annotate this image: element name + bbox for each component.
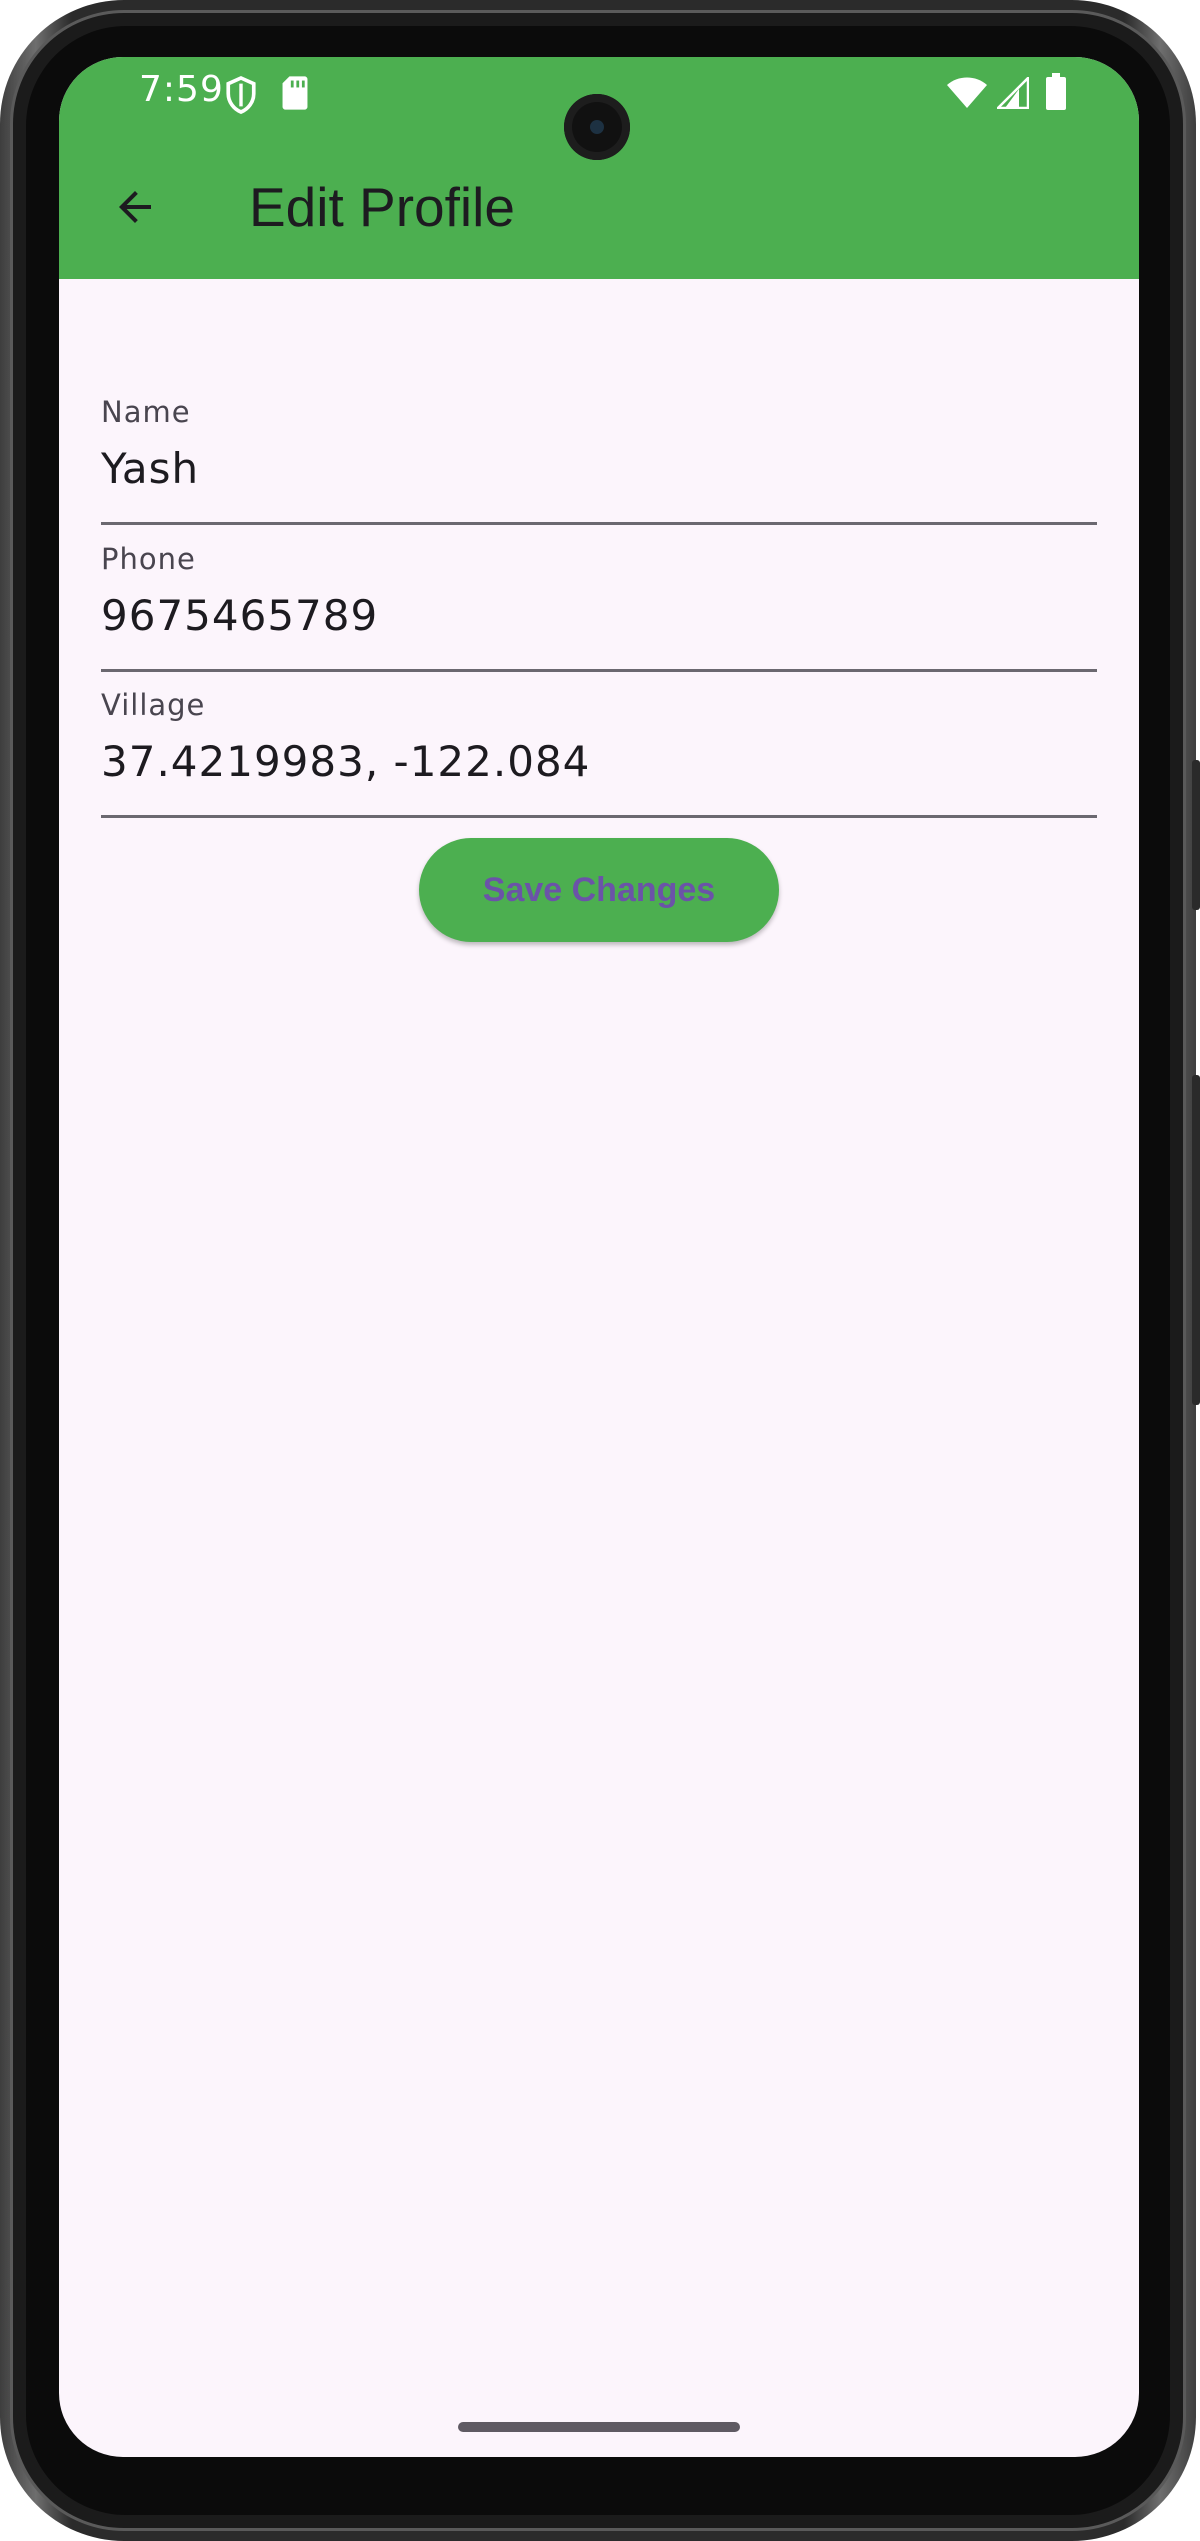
page-title: Edit Profile bbox=[249, 176, 515, 238]
app-bar: 7:59 Edit Profile bbox=[59, 57, 1139, 279]
battery-icon bbox=[1046, 73, 1066, 110]
save-changes-button[interactable]: Save Changes bbox=[419, 838, 779, 942]
phone-input[interactable] bbox=[101, 580, 1097, 650]
toolbar: Edit Profile bbox=[59, 153, 1139, 263]
phone-device: 7:59 Edit Profile Name Yash Phone 967546… bbox=[0, 0, 1200, 2541]
wifi-icon bbox=[947, 77, 987, 108]
phone-field[interactable]: Phone bbox=[101, 524, 1097, 672]
village-input[interactable] bbox=[101, 726, 1097, 796]
arrow-back-icon bbox=[119, 191, 151, 223]
volume-button bbox=[1192, 1075, 1200, 1405]
status-time: 7:59 bbox=[139, 69, 224, 110]
home-indicator[interactable] bbox=[458, 2422, 740, 2432]
back-button[interactable] bbox=[95, 167, 175, 247]
village-label: Village bbox=[101, 688, 206, 722]
app-screen: 7:59 Edit Profile Name Yash Phone 967546… bbox=[59, 57, 1139, 2457]
cell-signal-icon bbox=[997, 77, 1029, 109]
name-input[interactable] bbox=[101, 433, 1097, 503]
name-field[interactable]: Name bbox=[101, 377, 1097, 525]
shield-icon bbox=[226, 75, 256, 114]
power-button bbox=[1192, 760, 1200, 910]
village-field[interactable]: Village bbox=[101, 670, 1097, 818]
name-label: Name bbox=[101, 395, 191, 429]
sd-card-icon bbox=[282, 76, 308, 110]
phone-label: Phone bbox=[101, 542, 196, 576]
front-camera bbox=[564, 94, 630, 160]
